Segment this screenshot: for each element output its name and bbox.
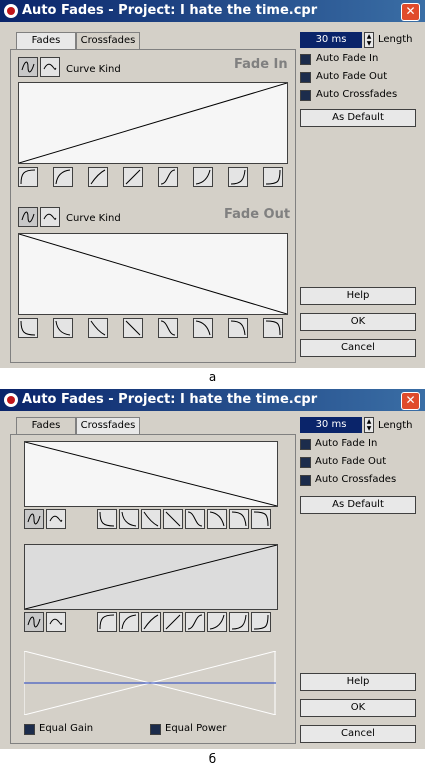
fade-in-label: Fade In (234, 57, 288, 72)
as-default-button[interactable]: As Default (300, 109, 416, 127)
curve-kind-spline-button-mid[interactable] (24, 612, 44, 632)
xfade-in-preset-7-icon[interactable] (229, 612, 249, 632)
auto-fade-in-label: Auto Fade In (315, 438, 378, 449)
fade-out-preset-6-icon[interactable] (193, 318, 213, 338)
fade-out-preset-8-icon[interactable] (263, 318, 283, 338)
crossfade-summary-graph (23, 650, 277, 716)
cancel-button[interactable]: Cancel (300, 339, 416, 357)
fade-out-preset-2-icon[interactable] (53, 318, 73, 338)
equal-gain-checkbox[interactable] (24, 724, 35, 735)
fade-in-preset-3-icon[interactable] (88, 167, 108, 187)
crossfade-in-graph[interactable] (24, 544, 278, 610)
tab-fades[interactable]: Fades (16, 32, 76, 50)
xfade-out-preset-4-icon[interactable] (163, 509, 183, 529)
length-label: Length (378, 420, 413, 431)
xfade-out-preset-5-icon[interactable] (185, 509, 205, 529)
title-bar: Auto Fades - Project: I hate the time.cp… (0, 0, 425, 22)
tab-fades[interactable]: Fades (16, 417, 76, 434)
xfade-out-preset-6-icon[interactable] (207, 509, 227, 529)
xfade-in-preset-8-icon[interactable] (251, 612, 271, 632)
caption-b: б (208, 752, 217, 766)
equal-power-label: Equal Power (165, 723, 227, 734)
equal-gain-label: Equal Gain (39, 723, 94, 734)
xfade-in-preset-5-icon[interactable] (185, 612, 205, 632)
window-title: Auto Fades - Project: I hate the time.cp… (22, 3, 318, 18)
ok-button[interactable]: OK (300, 699, 416, 717)
cubase-app-icon (4, 393, 18, 407)
fade-out-preset-4-icon[interactable] (123, 318, 143, 338)
close-button[interactable]: ✕ (401, 3, 420, 21)
auto-fade-out-label: Auto Fade Out (315, 456, 387, 467)
xfade-out-preset-1-icon[interactable] (97, 509, 117, 529)
xfade-in-preset-6-icon[interactable] (207, 612, 227, 632)
tab-crossfades[interactable]: Crossfades (76, 32, 140, 49)
auto-crossfades-checkbox[interactable] (300, 90, 311, 101)
crossfade-out-graph[interactable] (24, 441, 278, 507)
curve-kind-damped-button-out[interactable] (40, 207, 60, 227)
curve-kind-spline-button[interactable] (18, 57, 38, 77)
fade-out-preset-1-icon[interactable] (18, 318, 38, 338)
auto-fade-in-checkbox[interactable] (300, 439, 311, 450)
tab-crossfades[interactable]: Crossfades (76, 417, 140, 435)
xfade-in-preset-2-icon[interactable] (119, 612, 139, 632)
curve-kind-label-out: Curve Kind (66, 213, 121, 224)
ok-button[interactable]: OK (300, 313, 416, 331)
fade-out-preset-3-icon[interactable] (88, 318, 108, 338)
help-button[interactable]: Help (300, 673, 416, 691)
xfade-out-preset-3-icon[interactable] (141, 509, 161, 529)
curve-kind-spline-button-top[interactable] (24, 509, 44, 529)
close-button[interactable]: ✕ (401, 392, 420, 410)
xfade-in-preset-4-icon[interactable] (163, 612, 183, 632)
title-bar: Auto Fades - Project: I hate the time.cp… (0, 389, 425, 411)
auto-fade-in-label: Auto Fade In (316, 53, 379, 64)
xfade-out-preset-8-icon[interactable] (251, 509, 271, 529)
auto-fade-in-checkbox[interactable] (300, 54, 311, 65)
fade-out-preset-5-icon[interactable] (158, 318, 178, 338)
xfade-in-preset-3-icon[interactable] (141, 612, 161, 632)
fade-in-preset-4-icon[interactable] (123, 167, 143, 187)
fade-in-graph[interactable] (18, 82, 288, 164)
xfade-out-preset-2-icon[interactable] (119, 509, 139, 529)
fade-in-preset-2-icon[interactable] (53, 167, 73, 187)
xfade-out-preset-7-icon[interactable] (229, 509, 249, 529)
auto-fade-out-checkbox[interactable] (300, 72, 311, 83)
auto-crossfades-label: Auto Crossfades (316, 89, 398, 100)
length-field[interactable]: 30 ms (300, 32, 362, 48)
fade-in-preset-5-icon[interactable] (158, 167, 178, 187)
fade-in-preset-6-icon[interactable] (193, 167, 213, 187)
curve-kind-spline-button-out[interactable] (18, 207, 38, 227)
auto-fades-window-a: Auto Fades - Project: I hate the time.cp… (0, 0, 425, 368)
length-label: Length (378, 34, 413, 45)
help-button[interactable]: Help (300, 287, 416, 305)
length-stepper[interactable]: ▲ ▼ (364, 417, 374, 433)
cubase-app-icon (4, 4, 18, 18)
fade-in-preset-7-icon[interactable] (228, 167, 248, 187)
curve-kind-damped-button[interactable] (40, 57, 60, 77)
xfade-in-preset-1-icon[interactable] (97, 612, 117, 632)
auto-crossfades-label: Auto Crossfades (315, 474, 397, 485)
length-field[interactable]: 30 ms (300, 417, 362, 433)
fade-out-label: Fade Out (224, 207, 291, 222)
auto-fade-out-label: Auto Fade Out (316, 71, 388, 82)
cancel-button[interactable]: Cancel (300, 725, 416, 743)
length-stepper[interactable]: ▲ ▼ (364, 32, 374, 48)
fade-in-preset-1-icon[interactable] (18, 167, 38, 187)
auto-fade-out-checkbox[interactable] (300, 457, 311, 468)
curve-kind-label: Curve Kind (66, 64, 121, 75)
curve-kind-damped-button-mid[interactable] (46, 612, 66, 632)
equal-power-checkbox[interactable] (150, 724, 161, 735)
fade-out-preset-7-icon[interactable] (228, 318, 248, 338)
fade-in-preset-8-icon[interactable] (263, 167, 283, 187)
as-default-button[interactable]: As Default (300, 496, 416, 514)
fade-out-graph[interactable] (18, 233, 288, 315)
auto-crossfades-checkbox[interactable] (300, 475, 311, 486)
auto-fades-window-b: Auto Fades - Project: I hate the time.cp… (0, 389, 425, 749)
window-title: Auto Fades - Project: I hate the time.cp… (22, 392, 318, 407)
caption-a: a (208, 370, 217, 384)
curve-kind-damped-button-top[interactable] (46, 509, 66, 529)
